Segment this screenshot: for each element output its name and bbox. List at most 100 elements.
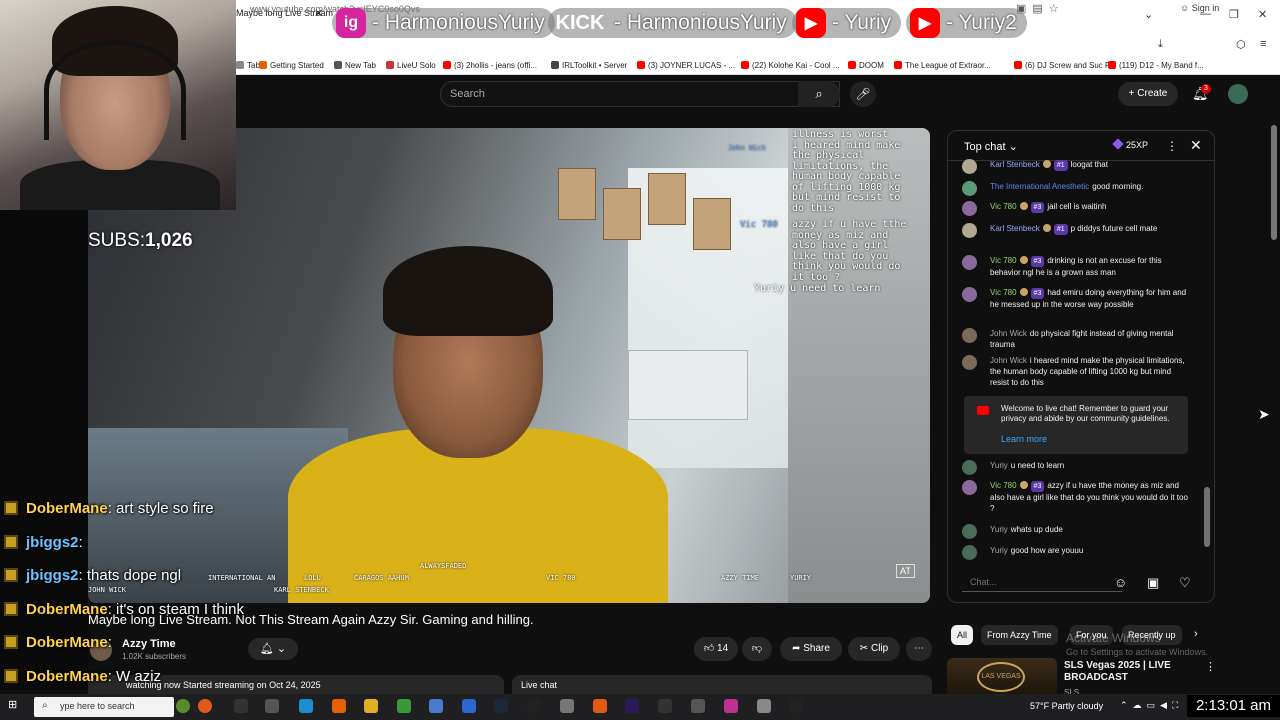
chat-author[interactable]: Vic 780 [990,288,1017,297]
account-avatar[interactable] [1228,84,1248,104]
task-view-icon[interactable] [265,699,279,713]
chat-avatar[interactable] [962,181,977,196]
system-tray-icon[interactable]: ⌃☁▭◀︎⛶ [1120,700,1183,711]
chat-author[interactable]: Yuriy [990,461,1008,470]
chips-next-icon[interactable]: › [1194,628,1198,640]
app-icon[interactable] [429,699,443,713]
chat-avatar[interactable] [962,480,977,495]
bookmark-item[interactable]: (119) D12 - My Band f... [1108,61,1204,70]
chat-author[interactable]: Karl Stenbeck [990,160,1040,169]
app-icon[interactable] [560,699,574,713]
recommendation-title[interactable]: SLS Vegas 2025 | LIVE BROADCAST [1064,660,1204,684]
extensions-icon[interactable]: ⬡ [1236,38,1246,51]
recommendation-thumbnail[interactable]: LAS VEGAS [947,658,1057,698]
bookmark-item[interactable]: (3) JOYNER LUCAS - ... [637,61,735,70]
menu-icon[interactable]: ≡ [1260,38,1266,50]
bookmark-item[interactable]: The League of Extraor... [894,61,991,70]
epic-icon[interactable] [527,699,541,713]
chat-author[interactable]: John Wick [990,356,1027,365]
like-button[interactable]: 👍︎ 14 [694,637,738,661]
chat-author[interactable]: Yuriy [990,525,1008,534]
chat-avatar[interactable] [962,328,977,343]
epic-icon[interactable] [789,699,803,713]
xp-badge[interactable]: 25XP [1112,138,1148,150]
fruit-icon[interactable] [176,699,190,713]
chat-author[interactable]: Vic 780 [990,481,1017,490]
page-scroll-thumb[interactable] [1271,125,1277,240]
bookmark-item[interactable]: LiveU Solo [386,61,436,70]
bookmark-item[interactable]: (22) Kolohe Kai - Cool ... [741,61,840,70]
weather-widget[interactable]: 57°F Partly cloudy [1030,701,1103,711]
chat-author[interactable]: The International Anesthetic [990,182,1089,191]
subscription-bell-button[interactable]: 🔔︎ ⌄ [248,638,298,660]
heart-icon[interactable]: ♡ [1179,575,1191,591]
edge-icon[interactable] [299,699,313,713]
chrome-icon[interactable] [397,699,411,713]
recommendation-menu-icon[interactable]: ⋮ [1205,660,1216,673]
dislike-button[interactable]: 👎︎ [742,637,772,661]
download-icon[interactable]: ⤓ [1158,38,1163,51]
chat-input[interactable] [970,577,1120,587]
signin-button[interactable]: ☺ Sign in [1180,3,1219,13]
bookmark-item[interactable]: IRLToolkit • Server [551,61,627,70]
chat-avatar[interactable] [962,201,977,216]
share-button[interactable]: ➦ Share [780,637,842,661]
tab-list-icon[interactable]: ⌄ [1144,8,1153,21]
chip-from-channel[interactable]: From Azzy Time [981,625,1058,645]
bookmark-item[interactable]: New Tab [334,61,376,70]
chat-avatar[interactable] [962,460,977,475]
app-icon[interactable] [691,699,705,713]
create-button[interactable]: + Create [1118,82,1178,106]
firefox-icon[interactable] [332,699,346,713]
chat-avatar[interactable] [962,355,977,370]
chat-avatar[interactable] [962,524,977,539]
clip-button[interactable]: ✂ Clip [848,637,900,661]
premiere-icon[interactable] [625,699,639,713]
bookmark-item[interactable]: DOOM [848,61,884,70]
chat-author[interactable]: Yuriy [990,546,1008,555]
app-icon[interactable] [757,699,771,713]
bookmark-item[interactable]: Tab [236,61,260,70]
chat-author[interactable]: Vic 780 [990,202,1017,211]
bookmark-item[interactable]: (6) DJ Screw and Suc F... [1014,61,1116,70]
bookmark-item[interactable]: Getting Started [259,61,324,70]
more-actions-button[interactable]: ⋯ [906,637,932,661]
chat-scrollbar[interactable] [1204,167,1210,562]
fruit-icon[interactable] [198,699,212,713]
video-watermark: AT [896,564,915,578]
chat-author[interactable]: Vic 780 [990,256,1017,265]
bookmark-item[interactable]: (3) 2hollis - jeans (offi... [443,61,537,70]
chat-avatar[interactable] [962,287,977,302]
social-logo-icon: ▶ [796,8,826,38]
chat-scroll-thumb[interactable] [1204,487,1210,547]
chat-avatar[interactable] [962,255,977,270]
explorer-icon[interactable] [364,699,378,713]
chat-author[interactable]: Karl Stenbeck [990,224,1040,233]
search-input[interactable] [440,81,840,107]
emoji-icon[interactable]: ☺ [1114,575,1127,590]
super-chat-icon[interactable]: ▣ [1147,575,1159,591]
top-chat-dropdown[interactable]: Top chat ⌄ [964,140,1018,153]
app-icon[interactable] [724,699,738,713]
chat-avatar[interactable] [962,223,977,238]
mic-icon[interactable]: 🎤︎ [850,81,876,107]
cortana-icon[interactable] [234,699,248,713]
start-icon[interactable]: ⊞ [8,698,17,711]
channel-name[interactable]: Azzy Time [122,638,176,650]
chat-author[interactable]: John Wick [990,329,1027,338]
chip-all[interactable]: All [951,625,974,645]
live-chat-tab[interactable] [512,675,932,695]
app-icon[interactable] [593,699,607,713]
taskbar-clock[interactable]: 2:13:01 am [1187,695,1280,717]
window-close-icon[interactable]: ✕ [1258,8,1267,21]
search-icon[interactable]: ⌕ [798,81,840,107]
learn-more-link[interactable]: Learn more [1001,434,1047,444]
maximize-icon[interactable]: ❐ [1229,8,1239,21]
steam-icon[interactable] [494,699,508,713]
obs-icon[interactable] [658,699,672,713]
chat-avatar[interactable] [962,545,977,560]
chat-menu-icon[interactable]: ⋮ [1166,139,1178,153]
chat-close-icon[interactable]: ✕ [1190,137,1202,154]
chat-avatar[interactable] [962,159,977,174]
app-icon[interactable] [462,699,476,713]
